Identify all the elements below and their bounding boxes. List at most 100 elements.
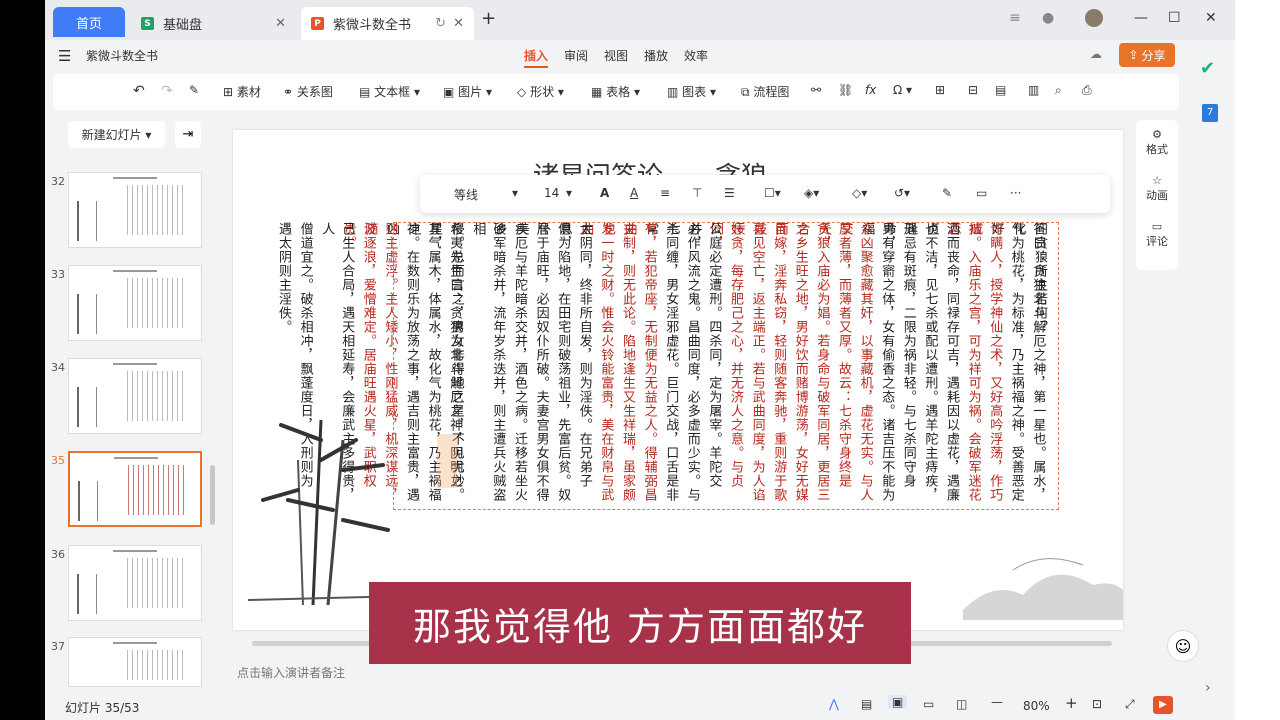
normal-view-icon[interactable]: ▤: [861, 697, 872, 711]
more-grid-icon[interactable]: ⊞: [935, 83, 945, 97]
tab-document[interactable]: P 紫微斗数全书 ↻ ✕: [301, 7, 474, 40]
font-select[interactable]: 等线: [454, 186, 478, 203]
play-slideshow-button[interactable]: ▶: [1153, 696, 1173, 714]
symbol-icon[interactable]: Ω ▾: [893, 83, 912, 97]
formula-icon[interactable]: fx: [865, 83, 876, 97]
zoom-out-button[interactable]: —: [991, 695, 1003, 709]
presentation-app: 首页 S 基础盘 ✕ P 紫微斗数全书 ↻ ✕ + ≡ ● — ☐ ✕ ☰ 紫微…: [45, 0, 1235, 720]
menu-play[interactable]: 播放: [644, 47, 668, 64]
slide-thumbnail[interactable]: [68, 637, 202, 687]
format-panel-button[interactable]: ⚙ 格式: [1141, 128, 1173, 157]
slide-counter: 幻灯片 35/53: [65, 701, 140, 715]
slide-thumbnail[interactable]: [68, 265, 202, 341]
fill-icon[interactable]: ◈▾: [804, 186, 819, 200]
maximize-button[interactable]: ☐: [1168, 10, 1181, 26]
align-top-icon[interactable]: ⊤: [692, 186, 702, 200]
presentation-icon: P: [311, 17, 324, 30]
slide-thumbnail-selected[interactable]: [68, 451, 202, 527]
undo-icon[interactable]: ↶: [133, 83, 145, 99]
fullscreen-icon[interactable]: ⤢: [1125, 697, 1135, 712]
chevron-right-icon[interactable]: ›: [1205, 680, 1211, 696]
comment-panel-button[interactable]: ▭ 评论: [1141, 220, 1173, 249]
image-button[interactable]: ▣ 图片 ▾: [443, 83, 492, 100]
menu-review[interactable]: 审阅: [564, 47, 588, 64]
bamboo-painting: [247, 419, 409, 606]
slide-number: 32: [51, 175, 65, 188]
slide-view-icon[interactable]: ▣: [888, 695, 908, 709]
chart-button[interactable]: ▥ 图表 ▾: [667, 83, 716, 100]
speaker-notes[interactable]: 点击输入演讲者备注: [237, 664, 345, 681]
tab-home[interactable]: 首页: [53, 7, 125, 37]
textbox-button[interactable]: ▤ 文本框 ▾: [359, 83, 420, 100]
tab-label: 紫微斗数全书: [333, 18, 412, 33]
slide-thumbnail[interactable]: [68, 172, 202, 248]
avatar[interactable]: [1085, 9, 1103, 27]
more-icon[interactable]: ···: [1010, 186, 1021, 200]
stamp-icon[interactable]: ⊟: [968, 83, 978, 97]
check-app-icon[interactable]: ✔: [1200, 58, 1215, 79]
minimize-button[interactable]: —: [1134, 10, 1148, 26]
align-icon[interactable]: ≡: [660, 186, 670, 200]
refresh-icon[interactable]: ↻: [435, 16, 446, 31]
zoom-in-button[interactable]: +: [1065, 694, 1078, 712]
slide-thumbnail[interactable]: [68, 545, 202, 621]
redo-icon[interactable]: ↷: [161, 83, 173, 99]
tab-basic[interactable]: S 基础盘 ✕: [131, 7, 296, 40]
menu-insert[interactable]: 插入: [524, 47, 549, 68]
close-icon[interactable]: ✕: [275, 16, 286, 31]
chevron-down-icon[interactable]: ▾: [566, 186, 572, 200]
new-slide-button[interactable]: 新建幻灯片 ▾: [68, 121, 165, 148]
text-selection-box[interactable]: [393, 222, 1059, 510]
paint-icon[interactable]: ✎: [942, 186, 952, 200]
print-icon[interactable]: ⎙: [1082, 83, 1092, 98]
font-color-icon[interactable]: A: [630, 186, 638, 200]
hamburger-icon[interactable]: ☰: [58, 47, 71, 65]
chevron-down-icon[interactable]: ▾: [512, 186, 518, 200]
table-button[interactable]: ▦ 表格 ▾: [591, 83, 640, 100]
ink-mountain-painting: [963, 558, 1123, 620]
chat-icon[interactable]: ●: [1042, 10, 1054, 26]
comment-icon[interactable]: ▭: [976, 186, 987, 200]
animation-panel-button[interactable]: ☆ 动画: [1141, 174, 1173, 203]
flowchart-button[interactable]: ⧉ 流程图: [741, 83, 789, 100]
menu-efficiency[interactable]: 效率: [684, 47, 708, 64]
ai-icon[interactable]: ⋀: [829, 697, 839, 711]
menu-lines-icon[interactable]: ≡: [1009, 10, 1021, 26]
close-window-button[interactable]: ✕: [1205, 10, 1217, 26]
text-highlight: [437, 434, 457, 488]
layout-icon[interactable]: ▤: [995, 83, 1006, 97]
reading-view-icon[interactable]: ◫: [956, 697, 967, 711]
font-grow-icon[interactable]: A: [600, 186, 609, 200]
list-icon[interactable]: ☰: [724, 186, 735, 200]
toolbar-label: 图表: [682, 85, 707, 99]
outline-view-icon[interactable]: ▭: [923, 697, 934, 711]
thumbnail-scrollbar[interactable]: [210, 465, 215, 525]
layers-icon[interactable]: ◇▾: [852, 186, 867, 200]
close-icon[interactable]: ✕: [453, 16, 464, 31]
materials-button[interactable]: ⊞ 素材: [223, 83, 261, 100]
calendar-icon[interactable]: 7: [1202, 104, 1218, 122]
link-icon[interactable]: ⛓: [838, 83, 853, 97]
textbox-icon: ▤: [359, 85, 371, 99]
slide-thumbnail[interactable]: [68, 358, 202, 434]
columns-icon[interactable]: ▥: [1028, 83, 1039, 97]
import-icon[interactable]: ⇥: [175, 121, 201, 148]
border-icon[interactable]: ☐▾: [764, 186, 781, 200]
zoom-level[interactable]: 80%: [1023, 699, 1050, 713]
toolbar-label: 素材: [236, 85, 261, 99]
format-painter-icon[interactable]: ✎: [189, 83, 199, 97]
table-icon: ▦: [591, 85, 603, 99]
relation-icon: ⚭: [283, 85, 294, 99]
menu-view[interactable]: 视图: [604, 47, 628, 64]
new-tab-button[interactable]: +: [481, 8, 496, 29]
search-icon[interactable]: ⌕: [1055, 83, 1062, 98]
rotate-icon[interactable]: ↺▾: [894, 186, 910, 200]
share-button[interactable]: ⇪ 分享: [1119, 43, 1175, 67]
mindmap-icon[interactable]: ⚯: [811, 83, 821, 97]
shape-button[interactable]: ◇ 形状 ▾: [517, 83, 564, 100]
cloud-icon[interactable]: ☁: [1090, 47, 1102, 61]
relation-chart-button[interactable]: ⚭ 关系图: [283, 83, 333, 100]
assistant-icon[interactable]: ☺: [1167, 630, 1199, 662]
font-size-select[interactable]: 14: [544, 186, 559, 200]
fit-window-icon[interactable]: ⊡: [1092, 697, 1102, 711]
